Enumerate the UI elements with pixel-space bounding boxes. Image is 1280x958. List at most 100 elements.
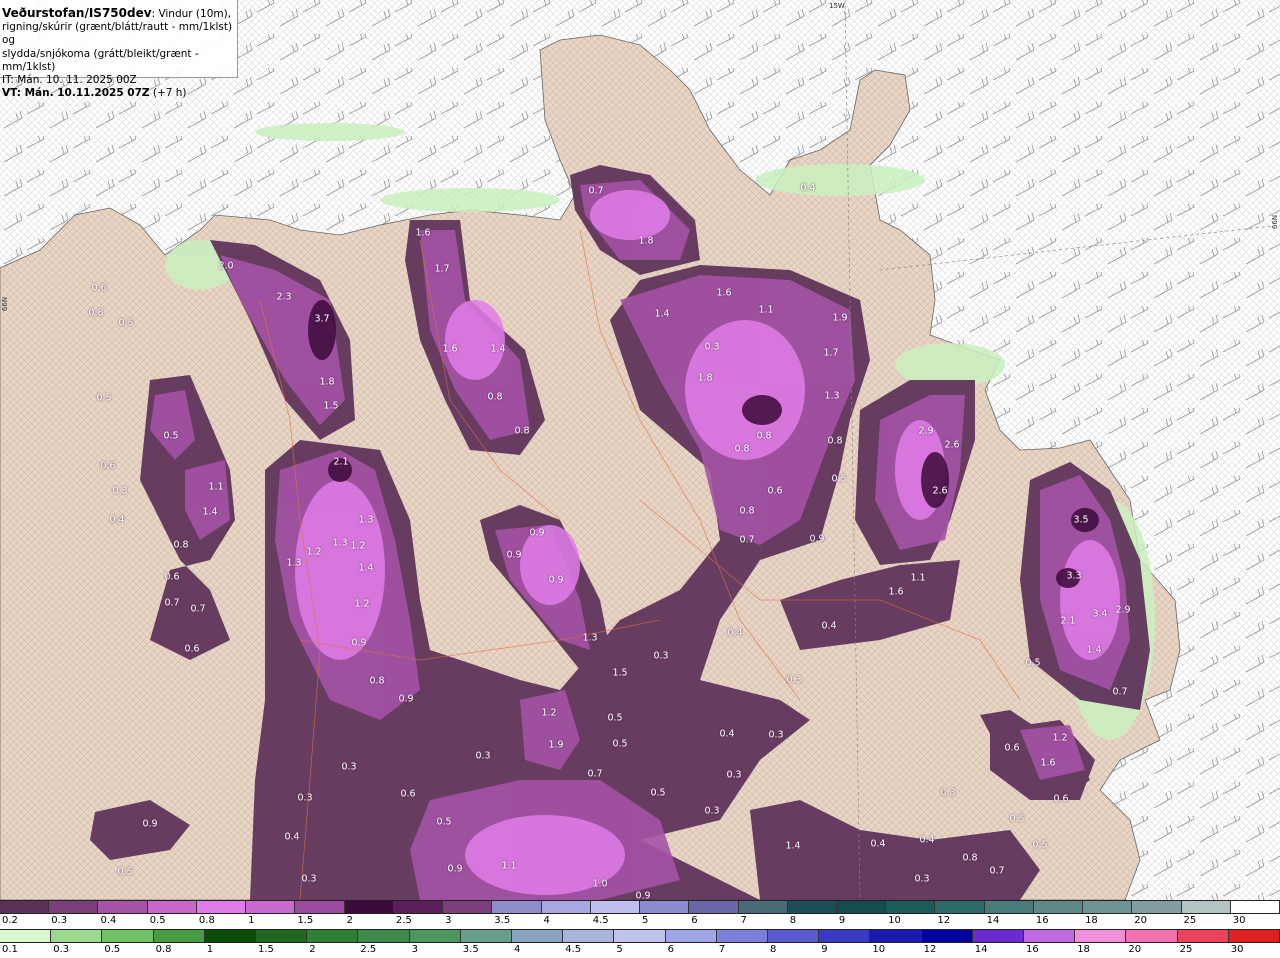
- precip-value-label: 3.5: [1073, 514, 1089, 526]
- rain-scale-swatch: [614, 930, 666, 942]
- precip-value-label: 1.6: [716, 287, 732, 299]
- snow-scale-tick-label: 0.4: [100, 915, 117, 926]
- snow-scale-tick-label: 3.5: [494, 915, 511, 926]
- snow-scale-tick-label: 12: [937, 915, 951, 926]
- snow-scale-tick-label: 6: [691, 915, 698, 926]
- rain-scale-tick-label: 25: [1179, 944, 1193, 955]
- rain-scale-tick-label: 3: [411, 944, 418, 955]
- precip-value-label: 0.3: [475, 750, 491, 762]
- rain-scale-tick-label: 4.5: [565, 944, 582, 955]
- valid-offset: (+7 h): [149, 87, 187, 100]
- precip-value-label: 0.5: [1032, 839, 1048, 851]
- precip-value-label: 2.3: [276, 291, 292, 303]
- snow-scale-swatch: [836, 901, 887, 913]
- snow-scale-tick-label: 16: [1035, 915, 1049, 926]
- precip-value-label: 1.8: [638, 235, 654, 247]
- snow-scale-swatch: [640, 901, 690, 913]
- rain-scale-tick-label: 7: [718, 944, 726, 955]
- rain-scale-swatch: [1228, 930, 1280, 942]
- rain-scale-tick-label: 1.5: [258, 944, 274, 955]
- precip-value-label: 0.3: [940, 787, 956, 799]
- snow-scale-tick-label: 0.3: [51, 915, 68, 926]
- precip-value-label: 0.5: [118, 317, 134, 329]
- precip-value-label: 0.9: [351, 637, 367, 649]
- precip-value-label: 0.3: [768, 729, 784, 741]
- precip-value-label: 0.7: [164, 597, 180, 609]
- rain-scale-bar: [0, 929, 1280, 943]
- rain-scale: 0.1 0.3 0.5 0.8 1 1.5 2 2.5 3 3.5 4 4.5 5 6 7 8 9 10 12 14 1…: [0, 929, 1280, 958]
- precip-value-label: 0.7: [739, 534, 755, 546]
- precip-value-label: 0.3: [341, 761, 357, 773]
- precip-value-label: 1.1: [910, 572, 926, 584]
- rain-scale-tick-label: 10: [872, 944, 886, 955]
- rain-scale-tick-label: 12: [923, 944, 937, 955]
- precip-value-label: 1.6: [888, 586, 904, 598]
- rain-scale-tick-label: 30: [1230, 944, 1244, 955]
- precip-value-label: 2.6: [944, 439, 960, 451]
- snow-scale-swatch: [1230, 901, 1280, 913]
- rain-scale-tick-label: 2.5: [360, 944, 377, 955]
- precip-value-label: 1.3: [332, 537, 348, 549]
- precip-value-label: 0.4: [870, 838, 886, 850]
- rain-scale-swatch: [665, 930, 717, 942]
- precip-value-label: 1.6: [1040, 757, 1056, 769]
- precip-value-label: 0.4: [719, 728, 735, 740]
- map-desc-1: : Vindur (10m),: [151, 8, 232, 20]
- map-info-box: Veðurstofan/IS750dev: Vindur (10m), rign…: [0, 0, 238, 99]
- precip-value-label: 0.3: [726, 769, 742, 781]
- precip-value-label: 2.1: [1060, 615, 1076, 627]
- precip-value-label: 0.6: [100, 460, 116, 472]
- precip-value-label: 0.3: [297, 792, 313, 804]
- snow-scale-swatch: [492, 901, 542, 913]
- rain-scale-swatch: [0, 930, 52, 942]
- precip-value-label: 0.3: [653, 650, 669, 662]
- rain-scale-tick-label: 20: [1128, 944, 1142, 955]
- rain-scale-swatch: [153, 930, 205, 942]
- precip-value-label: 1.9: [548, 739, 564, 751]
- rain-scale-tick-label: 8: [770, 944, 777, 955]
- precip-value-label: 1.1: [208, 481, 224, 493]
- rain-scale-swatch: [819, 930, 871, 942]
- rain-scale-swatch: [409, 930, 461, 942]
- rain-scale-swatch: [563, 930, 615, 942]
- precip-value-label: 0.3: [786, 674, 802, 686]
- precip-value-label: 0.8: [827, 435, 843, 447]
- precip-value-label: 1.8: [697, 372, 713, 384]
- precip-value-label: 1.2: [306, 546, 322, 558]
- precip-value-label: 1.1: [758, 304, 774, 316]
- rain-scale-swatch: [51, 930, 103, 942]
- rain-scale-swatch: [102, 930, 154, 942]
- grid-label-left: 66N: [1, 296, 10, 312]
- precip-value-label: 0.7: [190, 603, 206, 615]
- precip-value-label: 0.8: [514, 425, 530, 437]
- rain-scale-tick-label: 1: [206, 944, 214, 955]
- rain-scale-swatch: [1024, 930, 1076, 942]
- precip-value-label: 0.6: [184, 643, 200, 655]
- precip-value-label: 0.6: [400, 788, 416, 800]
- rain-scale-swatch: [460, 930, 513, 942]
- rain-scale-tick-label: 0.1: [2, 944, 18, 955]
- snow-scale-swatch: [541, 901, 591, 913]
- precip-value-label: 1.9: [832, 312, 848, 324]
- precip-value-label: 3.7: [314, 313, 330, 325]
- precip-value-label: 0.5: [436, 816, 452, 828]
- precip-value-label: 0.4: [727, 627, 743, 639]
- precip-value-label: 1.4: [202, 506, 218, 518]
- init-time: IT: Mán. 10. 11. 2025 00Z: [2, 74, 137, 87]
- precip-value-label: 0.5: [117, 866, 133, 878]
- snow-scale-tick-label: 0.2: [2, 915, 18, 926]
- precip-value-label: 0.5: [1009, 813, 1025, 825]
- snow-scale-swatch: [984, 901, 1034, 913]
- precip-value-label: 1.2: [354, 598, 370, 610]
- precip-value-label: 2.6: [932, 485, 948, 497]
- snow-scale-swatch: [1083, 901, 1133, 913]
- snow-scale-tick-label: 0.8: [198, 915, 215, 926]
- snow-scale-tick-label: 7: [740, 915, 747, 926]
- rain-scale-swatch: [512, 930, 564, 942]
- precip-value-label: 0.7: [588, 185, 604, 197]
- snow-scale-swatch: [393, 901, 444, 913]
- precip-value-label: 1.3: [824, 390, 840, 402]
- rain-scale-tick-label: 0.3: [53, 944, 70, 955]
- precip-value-label: 1.3: [582, 632, 598, 644]
- precip-value-label: 1.1: [501, 860, 517, 872]
